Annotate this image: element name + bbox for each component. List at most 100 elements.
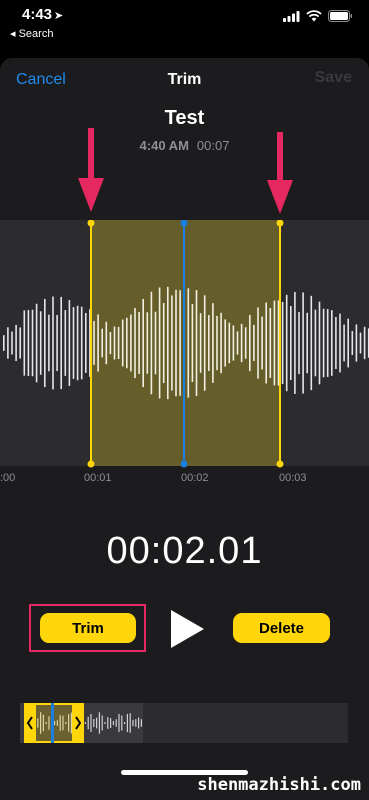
waveform-bar (150, 291, 153, 395)
trim-button[interactable]: Trim (40, 613, 136, 643)
waveform-bar (187, 288, 190, 398)
waveform-bar (220, 312, 222, 374)
watermark-text: shenmazhishi.com (197, 775, 361, 795)
waveform-bar (121, 319, 124, 367)
waveform-bar (314, 309, 317, 377)
waveform-bar (285, 294, 288, 392)
trim-handle-dot (276, 460, 284, 468)
play-icon[interactable] (168, 608, 206, 650)
waveform-bar (294, 292, 296, 394)
waveform-bar (85, 313, 87, 373)
waveform-bar (302, 292, 304, 394)
trim-start-line (90, 220, 92, 466)
waveform-bar (72, 307, 75, 379)
wifi-icon (306, 10, 322, 22)
waveform-bar (167, 286, 169, 400)
waveform (3, 220, 369, 468)
overview-bar (87, 716, 89, 730)
waveform-bar (257, 307, 259, 379)
battery-icon (328, 10, 352, 22)
waveform-bar (105, 321, 108, 365)
waveform-bar (142, 298, 144, 388)
waveform-bar (195, 290, 198, 396)
waveform-bar (347, 318, 349, 368)
overview-bar (115, 719, 117, 727)
overview-bar (104, 722, 106, 724)
waveform-bar (203, 295, 206, 391)
timeline-ruler: :00 00:01 00:02 00:03 (0, 472, 369, 488)
overview-bar (126, 713, 128, 733)
waveform-bar (48, 314, 50, 372)
waveform-bar (265, 302, 267, 384)
recording-duration: 00:07 (196, 138, 230, 153)
waveform-bar (60, 296, 62, 390)
waveform-bar (273, 300, 276, 386)
delete-button[interactable]: Delete (233, 613, 330, 643)
recording-name: Test (164, 107, 205, 129)
waveform-bar (318, 301, 321, 385)
overview-bar (101, 715, 103, 731)
waveform-bar (109, 331, 112, 355)
cellular-signal-icon (283, 11, 300, 22)
waveform-bar (261, 316, 263, 370)
recording-time: 4:40 AM (139, 138, 189, 153)
timeline-label: 00:02 (181, 472, 209, 484)
waveform-bar (212, 303, 214, 383)
save-button[interactable]: Save (315, 69, 352, 87)
timeline-label: 00:03 (279, 472, 307, 484)
waveform-bar (175, 289, 177, 397)
waveform-bar (3, 335, 5, 351)
trim-sheet: Cancel Trim Save Test 4:40 AM 00:07 :00 0… (0, 58, 369, 800)
waveform-bar (343, 324, 345, 362)
waveform-bar (240, 323, 243, 363)
waveform-bar (244, 327, 247, 359)
waveform-bar (68, 300, 71, 386)
overview-bar (107, 717, 109, 729)
waveform-bar (208, 315, 210, 371)
waveform-bar (281, 301, 284, 385)
waveform-bar (113, 326, 116, 360)
trim-handle-dot (87, 460, 95, 468)
waveform-bar (335, 317, 337, 369)
waveform-bar (232, 325, 235, 361)
annotation-arrow-left (78, 128, 104, 212)
waveform-bar (216, 315, 218, 371)
waveform-bar (44, 298, 46, 388)
waveform-bar (23, 310, 26, 376)
annotation-arrow-right (267, 132, 293, 214)
waveform-bar (322, 308, 325, 378)
timeline-label: :00 (0, 472, 16, 484)
overview-bar (124, 722, 126, 724)
waveform-bar (306, 312, 308, 374)
waveform-bar (224, 319, 226, 367)
waveform-bar (31, 309, 34, 377)
waveform-bar (269, 307, 272, 379)
waveform-bar (171, 295, 173, 391)
waveform-bar (351, 331, 354, 355)
waveform-bar (191, 304, 194, 382)
status-bar: 4:43 ➤ ◂ Search (0, 0, 369, 58)
waveform-bar (15, 324, 17, 362)
waveform-bar (359, 332, 362, 354)
overview-bar (135, 719, 137, 727)
overview-bar (129, 713, 131, 733)
waveform-bar (117, 326, 120, 360)
waveform-bar (154, 311, 157, 375)
recording-meta: 4:40 AM 00:07 (0, 138, 369, 153)
waveform-bar (158, 287, 161, 399)
waveform-bar (76, 305, 79, 381)
waveform-editor[interactable] (0, 220, 369, 470)
playback-counter: 00:02.01 (106, 530, 263, 572)
playhead-dot (180, 460, 188, 468)
overview-bar (110, 718, 112, 728)
waveform-bar (138, 312, 140, 374)
overview-scrubber[interactable] (20, 703, 348, 743)
waveform-bar (35, 303, 38, 383)
waveform-bar (19, 327, 21, 359)
overview-trim-handles[interactable] (24, 703, 84, 743)
overview-bar (93, 719, 95, 727)
overview-bar (96, 717, 98, 729)
back-to-search-link[interactable]: ◂ Search (10, 27, 53, 40)
overview-bar (118, 713, 120, 733)
overview-bar (138, 717, 140, 729)
